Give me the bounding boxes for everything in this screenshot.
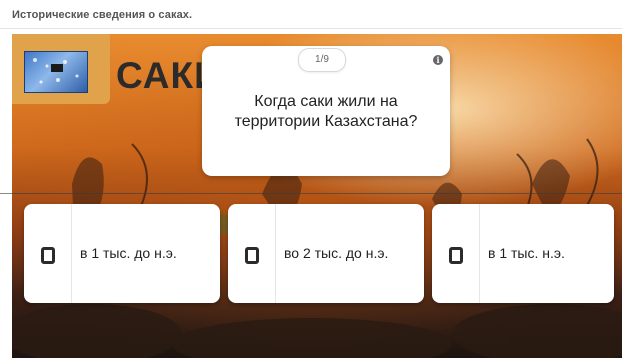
answer-option-1[interactable]: в 1 тыс. до н.э.	[24, 204, 220, 303]
answer-separator	[275, 204, 276, 303]
answer-option-3[interactable]: в 1 тыс. н.э.	[432, 204, 614, 303]
answer-label: в 1 тыс. н.э.	[488, 245, 565, 261]
cover-thumbnail-image	[24, 51, 88, 93]
info-icon[interactable]: i	[433, 55, 443, 65]
page-header: Исторические сведения о саках.	[0, 0, 622, 29]
divider	[0, 193, 622, 194]
checkbox-icon[interactable]	[449, 247, 463, 264]
answer-separator	[71, 204, 72, 303]
answer-option-2[interactable]: во 2 тыс. до н.э.	[228, 204, 424, 303]
answer-separator	[479, 204, 480, 303]
answer-label: во 2 тыс. до н.э.	[284, 245, 389, 261]
checkbox-icon[interactable]	[245, 247, 259, 264]
checkbox-icon[interactable]	[41, 247, 55, 264]
question-card: 1/9 i Когда саки жили на территории Каза…	[202, 46, 450, 176]
quiz-stage: САКИ 1/9 i Когда саки жили на территории…	[12, 34, 622, 358]
question-counter: 1/9	[298, 48, 346, 72]
answer-label: в 1 тыс. до н.э.	[80, 245, 177, 261]
cover-tile	[12, 34, 110, 104]
page-title: Исторические сведения о саках.	[12, 9, 193, 21]
question-text: Когда саки жили на территории Казахстана…	[234, 93, 418, 130]
